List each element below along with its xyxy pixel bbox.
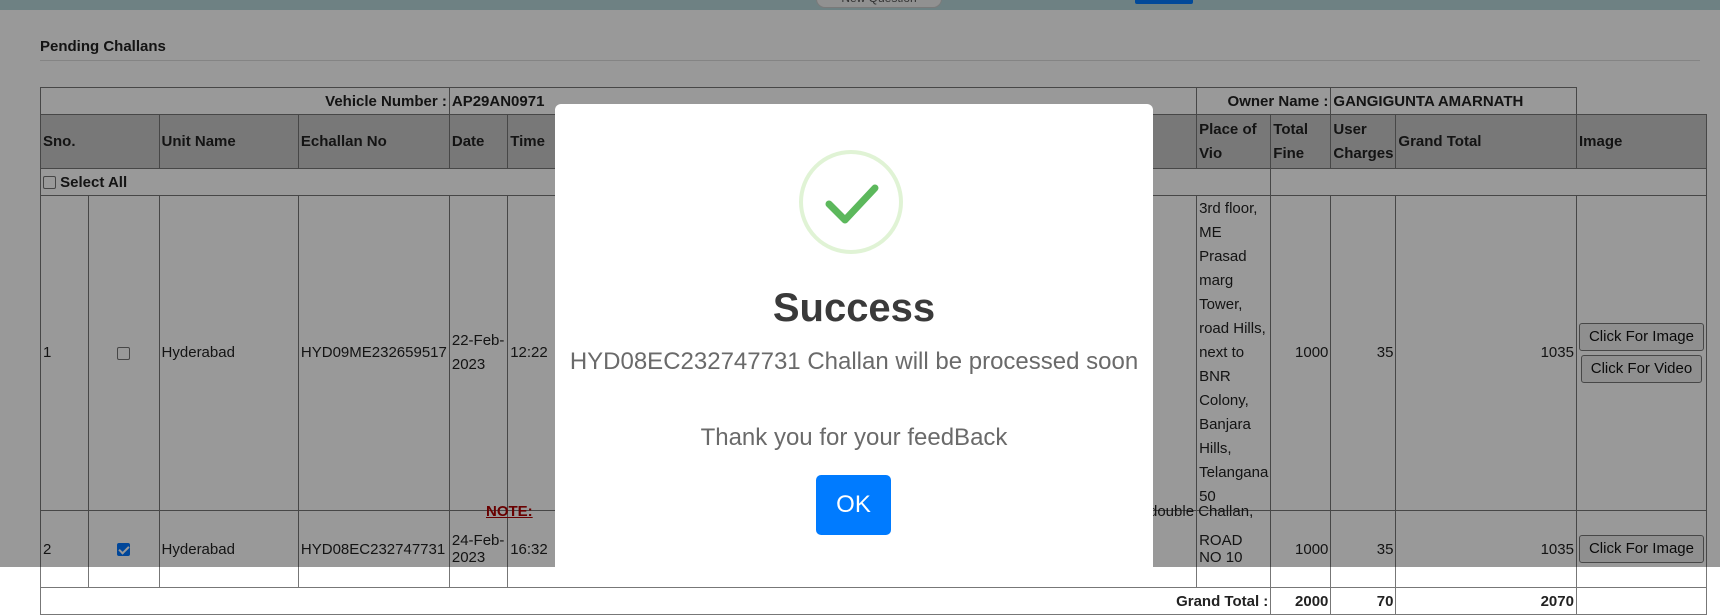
check-icon [825,184,879,224]
grand-total-fine: 2000 [1270,587,1332,615]
ok-button[interactable]: OK [816,475,891,535]
grand-total-row: Grand Total : 2000 70 2070 [39,587,1708,615]
grand-total-label: Grand Total : [39,587,1272,615]
success-check-icon [799,150,903,254]
modal-message: HYD08EC232747731 Challan will be process… [569,348,1139,375]
modal-title: Success [772,286,936,330]
grand-total-user-charges: 70 [1330,587,1397,615]
success-modal: Success HYD08EC232747731 Challan will be… [555,104,1153,584]
grand-total-spacer [1575,587,1708,615]
grand-total-amount: 2070 [1395,587,1577,615]
modal-thanks: Thank you for your feedBack [700,424,1008,451]
